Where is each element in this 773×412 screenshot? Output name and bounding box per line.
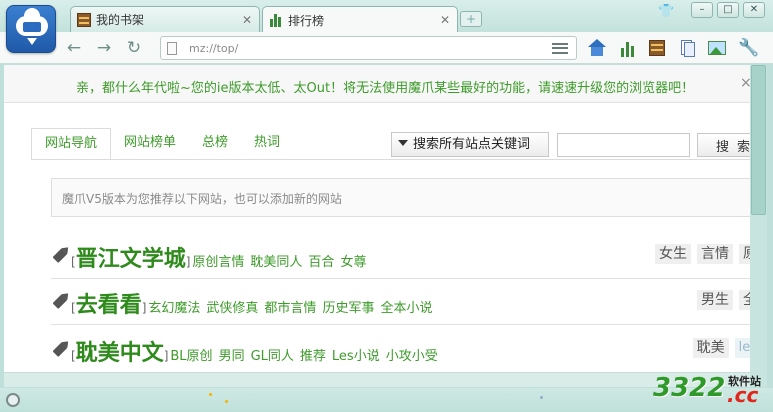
site-category-link[interactable]: 百合 — [308, 251, 334, 270]
search-scope-label: 搜索所有站点关键词 — [413, 137, 531, 152]
site-category-link[interactable]: 武侠修真 — [206, 297, 258, 316]
info-box: 魔爪V5版本为您推荐以下网站，也可以添加新的网站 — [51, 178, 750, 217]
decoration-dot — [225, 400, 228, 403]
maximize-button[interactable]: □ — [717, 2, 739, 18]
site-category-link[interactable]: GL同人 — [251, 345, 294, 364]
page-icon — [167, 42, 177, 55]
upgrade-notice-text: 亲，都什么年代啦~您的ie版本太低、太Out！将无法使用魔爪某些最好的功能，请速… — [76, 81, 695, 96]
close-icon[interactable]: ✕ — [439, 13, 451, 27]
search-input[interactable] — [557, 133, 690, 157]
close-window-button[interactable]: ✕ — [743, 2, 765, 18]
tag-icon — [50, 338, 71, 359]
site-tag[interactable]: 男生 — [697, 290, 733, 310]
document-icon[interactable] — [678, 39, 696, 57]
site-category-link[interactable]: 原创言情 — [192, 251, 244, 270]
caret-down-icon — [398, 140, 408, 146]
site-tag[interactable]: 原 — [739, 244, 750, 264]
wrench-icon[interactable]: 🔧 — [738, 39, 759, 57]
site-category-link[interactable]: 女尊 — [340, 251, 366, 270]
url-text[interactable]: mz://top/ — [189, 42, 238, 55]
site-category-link[interactable]: 小攻小受 — [386, 345, 438, 364]
site-category-link[interactable]: 玄幻魔法 — [148, 297, 200, 316]
site-tag[interactable]: 耽美 — [692, 338, 729, 358]
site-category-link[interactable]: Les小说 — [332, 345, 380, 364]
decoration-dot — [540, 396, 543, 399]
image-icon[interactable] — [708, 39, 726, 57]
site-row: [ 晋江文学城 ] 原创言情 耽美同人 百合 女尊 女生 言情 原 — [51, 233, 750, 279]
address-bar[interactable]: mz://top/ — [160, 36, 577, 60]
tab-hot-words[interactable]: 热词 — [241, 128, 293, 160]
upgrade-notice: 亲，都什么年代啦~您的ie版本太低、太Out！将无法使用魔爪某些最好的功能，请速… — [4, 65, 750, 103]
bar-chart-icon[interactable] — [618, 39, 636, 57]
tab-site-navigation[interactable]: 网站导航 — [31, 128, 112, 160]
tab-ranking[interactable]: 排行榜 ✕ — [262, 6, 458, 33]
skin-icon[interactable]: 👕 — [658, 4, 674, 19]
forward-button[interactable]: → — [94, 38, 114, 58]
refresh-button[interactable]: ↻ — [124, 38, 144, 58]
watermark-number: 3322 — [653, 373, 726, 403]
decoration-dot — [209, 393, 212, 396]
back-button[interactable]: ← — [64, 38, 84, 58]
site-category-link[interactable]: 男同 — [219, 345, 245, 364]
status-icon[interactable] — [6, 393, 20, 407]
divider — [31, 159, 750, 160]
site-tag[interactable]: 全 — [739, 290, 750, 310]
nav-tabs: 网站导航 网站榜单 总榜 热词 — [31, 128, 293, 160]
site-tag[interactable]: 言情 — [697, 244, 733, 264]
site-category-link[interactable]: 历史军事 — [322, 297, 374, 316]
home-icon[interactable] — [588, 39, 606, 57]
site-category-link[interactable]: 推荐 — [300, 345, 326, 364]
bookshelf-icon[interactable] — [648, 39, 666, 57]
site-row: [ 去看看 ] 玄幻魔法 武侠修真 都市言情 历史军事 全本小说 男生 全 — [51, 279, 750, 325]
minimize-button[interactable]: – — [691, 2, 713, 18]
title-bar: 我的书架 ✕ 排行榜 ✕ + 👕 – □ ✕ — [0, 0, 773, 53]
scrollbar-thumb[interactable] — [751, 65, 766, 215]
vertical-scrollbar[interactable] — [750, 65, 767, 387]
site-name[interactable]: 去看看 — [76, 287, 142, 319]
site-name[interactable]: 晋江文学城 — [76, 241, 186, 273]
tag-icon — [50, 244, 71, 265]
bookshelf-icon — [77, 12, 91, 27]
site-name[interactable]: 耽美中文 — [76, 335, 164, 367]
toolbar: ← → ↻ mz://top/ 🔧 — [0, 32, 773, 64]
search-button[interactable]: 搜索 — [697, 133, 750, 157]
tab-label: 我的书架 — [96, 13, 145, 27]
site-category-link[interactable]: 耽美同人 — [250, 251, 302, 270]
close-icon[interactable]: × — [740, 75, 750, 91]
info-text: 魔爪V5版本为您推荐以下网站，也可以添加新的网站 — [62, 192, 342, 206]
site-category-link[interactable]: BL原创 — [170, 345, 212, 364]
page-content: 亲，都什么年代啦~您的ie版本太低、太Out！将无法使用魔爪某些最好的功能，请速… — [4, 65, 750, 387]
site-category-link[interactable]: 都市言情 — [264, 297, 316, 316]
window-controls: – □ ✕ — [691, 2, 765, 18]
site-tag[interactable]: 女生 — [655, 244, 691, 264]
new-tab-button[interactable]: + — [460, 11, 482, 27]
tab-overall-ranking[interactable]: 总榜 — [189, 128, 241, 160]
site-category-link[interactable]: 全本小说 — [380, 297, 432, 316]
site-watermark: 3322 软件站 .cc — [653, 373, 761, 407]
app-logo-icon[interactable] — [6, 5, 56, 53]
site-row: [ 耽美中文 ] BL原创 男同 GL同人 推荐 Les小说 小攻小受 耽美 l… — [51, 327, 750, 373]
tab-site-rankings[interactable]: 网站榜单 — [111, 128, 189, 160]
bar-chart-icon — [269, 13, 283, 27]
horizontal-scrollbar[interactable] — [4, 372, 750, 387]
tag-icon — [50, 290, 71, 311]
close-icon[interactable]: ✕ — [241, 13, 253, 27]
menu-icon[interactable] — [552, 43, 568, 54]
search-scope-dropdown[interactable]: 搜索所有站点关键词 — [391, 132, 549, 157]
tab-bookshelf[interactable]: 我的书架 ✕ — [70, 6, 260, 32]
watermark-domain: .cc — [727, 383, 759, 407]
site-tag[interactable]: les — [734, 338, 750, 358]
tab-label: 排行榜 — [288, 13, 325, 28]
